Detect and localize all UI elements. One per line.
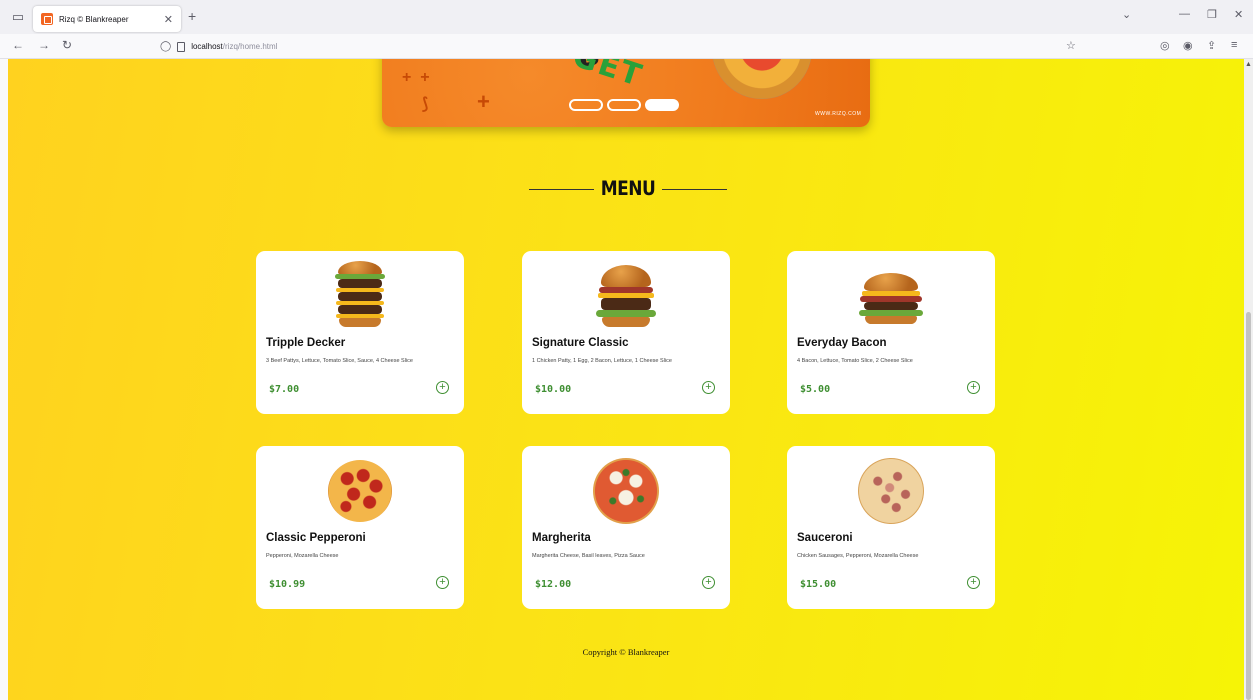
footer-copyright: Copyright © Blankreaper xyxy=(582,647,670,657)
bookmark-star-icon[interactable]: ☆ xyxy=(1066,39,1076,52)
heading-divider xyxy=(662,188,728,190)
back-icon[interactable]: ← xyxy=(12,38,24,52)
banner-headline-green: GET xyxy=(568,59,648,95)
item-price: $15.00 xyxy=(800,579,837,590)
add-to-cart-icon[interactable]: + xyxy=(436,576,449,589)
add-to-cart-icon[interactable]: + xyxy=(702,576,715,589)
close-window-icon[interactable]: ✕ xyxy=(1234,8,1243,21)
menu-card[interactable]: Margherita Margherita Cheese, Basil leav… xyxy=(522,446,730,609)
page-viewport: + + ⟆ + B GET WWW.RIZQ.COM MENU Tri xyxy=(8,59,1244,700)
item-description: Chicken Sausages, Pepperoni, Mozarella C… xyxy=(797,553,919,559)
new-tab-icon[interactable]: + xyxy=(188,8,196,24)
pocket-icon[interactable]: ◎ xyxy=(1160,39,1170,52)
item-description: Pepperoni, Mozarella Cheese xyxy=(266,553,339,559)
carousel-indicators xyxy=(569,99,679,111)
menu-card[interactable]: Sauceroni Chicken Sausages, Pepperoni, M… xyxy=(787,446,995,609)
carousel-dot[interactable] xyxy=(645,99,679,111)
item-price: $10.99 xyxy=(269,579,306,590)
pizza-image xyxy=(586,454,666,526)
item-price: $5.00 xyxy=(800,384,831,395)
pizza-image xyxy=(320,454,400,526)
item-price: $10.00 xyxy=(535,384,572,395)
restore-icon[interactable]: ❐ xyxy=(1207,8,1217,21)
item-price: $7.00 xyxy=(269,384,300,395)
add-to-cart-icon[interactable]: + xyxy=(967,576,980,589)
item-description: Margherita Cheese, Basil leaves, Pizza S… xyxy=(532,553,645,559)
menu-card[interactable]: Classic Pepperoni Pepperoni, Mozarella C… xyxy=(256,446,464,609)
address-bar[interactable]: ◯ localhost/rizq/home.html xyxy=(160,38,277,55)
banner-plus-decoration: + + xyxy=(402,69,430,86)
extensions-icon[interactable]: ⇪ xyxy=(1207,39,1216,52)
add-to-cart-icon[interactable]: + xyxy=(967,381,980,394)
tab-list-icon[interactable]: ▭ xyxy=(8,7,28,27)
heading-divider xyxy=(528,188,594,190)
tab-bar: ▭ Rizq © Blankreaper ✕ + ⌄ — ❐ ✕ xyxy=(0,0,1253,34)
pizza-image xyxy=(851,454,931,526)
url-host: localhost xyxy=(191,42,223,51)
item-name: Tripple Decker xyxy=(266,337,346,349)
item-description: 1 Chicken Patty, 1 Egg, 2 Bacon, Lettuce… xyxy=(532,358,672,364)
item-name: Sauceroni xyxy=(797,532,853,544)
app-menu-icon[interactable]: ≡ xyxy=(1231,39,1237,51)
navigation-bar: ← → ↻ ◯ localhost/rizq/home.html ☆ ◎ ◉ ⇪… xyxy=(0,34,1253,59)
item-description: 3 Beef Pattys, Lettuce, Tomato Slice, Sa… xyxy=(266,358,413,364)
scrollbar-thumb[interactable] xyxy=(1246,312,1251,700)
add-to-cart-icon[interactable]: + xyxy=(436,381,449,394)
tab-overflow-chevron-icon[interactable]: ⌄ xyxy=(1122,8,1131,21)
carousel-dot[interactable] xyxy=(607,99,641,111)
item-name: Margherita xyxy=(532,532,591,544)
banner-url-text: WWW.RIZQ.COM xyxy=(815,111,862,117)
menu-card[interactable]: Signature Classic 1 Chicken Patty, 1 Egg… xyxy=(522,251,730,414)
item-name: Everyday Bacon xyxy=(797,337,887,349)
item-name: Signature Classic xyxy=(532,337,629,349)
menu-title: MENU xyxy=(600,177,656,201)
browser-tab[interactable]: Rizq © Blankreaper ✕ xyxy=(33,6,181,32)
menu-heading: MENU xyxy=(528,177,728,201)
minimize-icon[interactable]: — xyxy=(1179,8,1190,20)
reload-icon[interactable]: ↻ xyxy=(62,38,72,52)
add-to-cart-icon[interactable]: + xyxy=(702,381,715,394)
account-icon[interactable]: ◉ xyxy=(1183,39,1193,52)
tab-title: Rizq © Blankreaper xyxy=(59,14,129,24)
url-path: /rizq/home.html xyxy=(222,42,278,51)
banner-cross-decoration: + xyxy=(477,89,490,114)
burger-image xyxy=(320,259,400,331)
banner-pizza-image xyxy=(712,59,812,99)
site-favicon-icon xyxy=(41,13,53,25)
item-name: Classic Pepperoni xyxy=(266,532,366,544)
carousel-dot[interactable] xyxy=(569,99,603,111)
page-info-icon[interactable] xyxy=(177,41,186,52)
scroll-up-arrow-icon[interactable]: ▲ xyxy=(1245,61,1252,68)
promo-banner[interactable]: + + ⟆ + B GET WWW.RIZQ.COM xyxy=(382,59,870,127)
item-description: 4 Bacon, Lettuce, Tomato Slice, 2 Cheese… xyxy=(797,358,913,364)
item-price: $12.00 xyxy=(535,579,572,590)
close-tab-icon[interactable]: ✕ xyxy=(164,13,173,26)
banner-zigzag-decoration: ⟆ xyxy=(422,96,429,113)
tracking-shield-icon[interactable]: ◯ xyxy=(160,41,171,52)
burger-image xyxy=(586,259,666,331)
burger-image xyxy=(851,259,931,331)
menu-card[interactable]: Everyday Bacon 4 Bacon, Lettuce, Tomato … xyxy=(787,251,995,414)
menu-card[interactable]: Tripple Decker 3 Beef Pattys, Lettuce, T… xyxy=(256,251,464,414)
forward-icon[interactable]: → xyxy=(38,38,50,52)
